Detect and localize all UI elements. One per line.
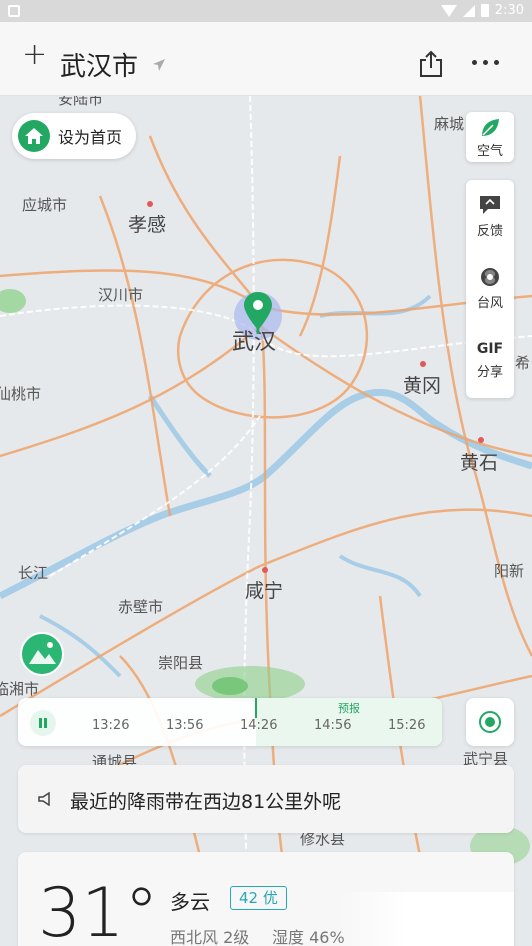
locate-me-button[interactable] [466, 698, 514, 746]
rain-notice-card[interactable]: 最近的降雨带在西边81公里外呢 [18, 765, 514, 833]
city-label: 赤壁市 [118, 598, 164, 616]
status-time: 2:30 [494, 3, 524, 18]
pause-icon [44, 718, 47, 728]
timeline-cursor[interactable] [255, 698, 257, 718]
aqi-badge[interactable]: 42 优 [230, 886, 287, 910]
more-dot-icon [472, 60, 477, 65]
city-title[interactable]: 武汉市 [60, 46, 138, 83]
timeline-tick: 15:26 [388, 718, 426, 733]
more-dot-icon [483, 60, 488, 65]
landscape-marker-icon[interactable] [20, 632, 64, 676]
air-quality-label: 空气 [476, 143, 503, 159]
gif-share-button[interactable]: GIF 分享 [466, 324, 514, 396]
city-label: 崇阳县 [158, 654, 204, 672]
city-label: 安陆市 [58, 96, 104, 108]
feedback-icon [480, 195, 500, 214]
forecast-label: 预报 [338, 702, 360, 715]
rain-notice-text: 最近的降雨带在西边81公里外呢 [70, 791, 342, 813]
current-temperature: 31° [38, 874, 159, 946]
city-label: 仙桃市 [0, 385, 42, 403]
city-label: 咸宁 [245, 580, 284, 602]
set-as-home-label: 设为首页 [58, 128, 123, 147]
pause-button[interactable] [30, 710, 56, 736]
city-label: 希 [515, 354, 531, 372]
typhoon-label: 台风 [476, 295, 503, 311]
side-toolbar: 反馈 台风 GIF 分享 [466, 180, 514, 398]
city-label: 麻城 [434, 115, 465, 133]
humidity-info: 湿度 46% [272, 928, 345, 946]
gif-icon: GIF [476, 340, 504, 357]
leaf-icon [482, 118, 499, 136]
battery-icon [480, 4, 489, 17]
more-dot-icon [494, 60, 499, 65]
city-label: 孝感 [128, 214, 167, 236]
home-icon [18, 120, 50, 152]
share-icon[interactable] [418, 50, 444, 78]
wind-info: 西北风 2级 [170, 928, 250, 946]
timeline-tick: 13:26 [92, 718, 130, 733]
weather-condition: 多云 [170, 890, 210, 914]
add-city-button[interactable]: + [22, 40, 47, 70]
city-label: 阳新 [494, 562, 525, 580]
more-options-button[interactable] [472, 60, 499, 65]
timeline-tick: 14:56 [314, 718, 352, 733]
notification-icon [8, 5, 20, 17]
typhoon-button[interactable]: 台风 [466, 252, 514, 324]
current-weather-card[interactable]: 31° 多云 42 优 西北风 2级 湿度 46% [18, 852, 514, 946]
set-as-home-button[interactable]: 设为首页 [12, 113, 137, 159]
radar-timeline[interactable]: 预报 13:26 13:56 14:26 14:56 15:26 [18, 698, 442, 746]
speaker-icon [38, 792, 50, 806]
city-label: 临湘市 [0, 680, 40, 698]
city-label: 长江 [18, 564, 49, 582]
feedback-label: 反馈 [476, 223, 503, 239]
city-label: 黄冈 [403, 375, 442, 397]
feedback-button[interactable]: 反馈 [466, 180, 514, 252]
signal-icon [462, 4, 475, 17]
timeline-tick: 14:26 [240, 718, 278, 733]
timeline-tick: 13:56 [166, 718, 204, 733]
pause-icon [39, 718, 42, 728]
city-label: 黄石 [460, 452, 499, 474]
typhoon-icon [481, 267, 499, 286]
gif-share-label: 分享 [476, 364, 503, 380]
city-label: 汉川市 [98, 286, 144, 304]
status-bar: 2:30 [0, 0, 532, 22]
location-pin-icon [244, 292, 272, 334]
air-quality-button[interactable]: 空气 [466, 112, 514, 162]
app-header: + 武汉市 [0, 22, 532, 96]
wifi-icon [440, 4, 457, 17]
city-label: 应城市 [22, 196, 68, 214]
status-bar-right: 2:30 [440, 3, 524, 18]
location-arrow-icon [153, 59, 165, 71]
locate-dot-icon [485, 717, 495, 727]
card-fade-overlay [338, 892, 514, 946]
